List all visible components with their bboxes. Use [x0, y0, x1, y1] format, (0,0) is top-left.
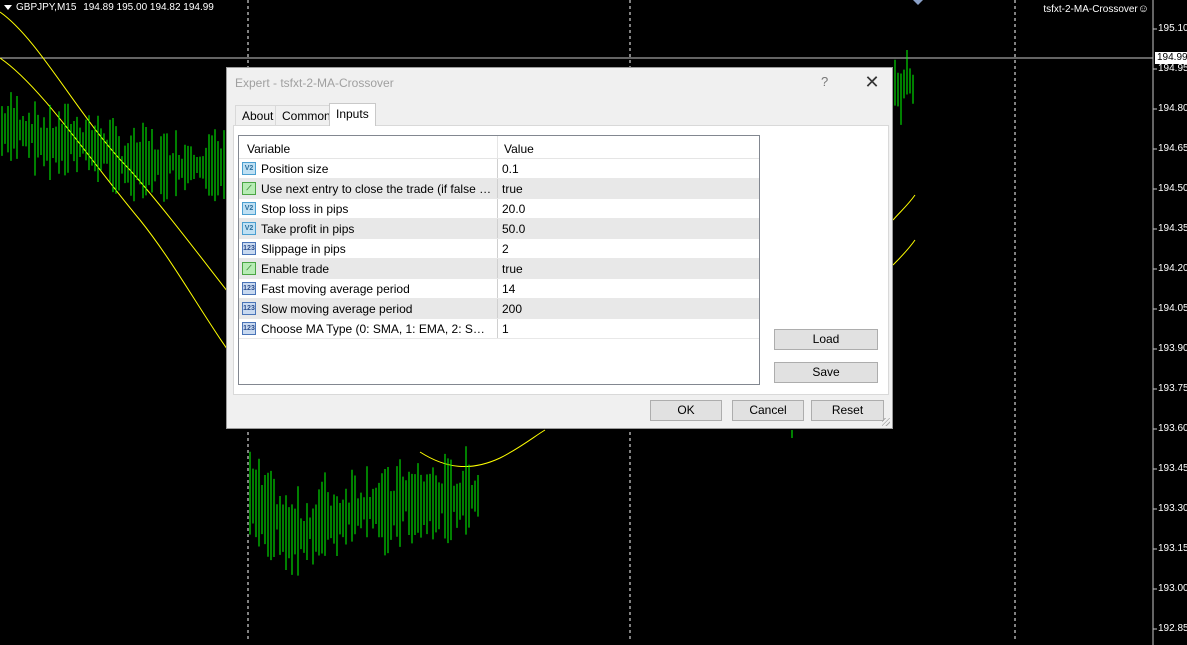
- variable-value[interactable]: true: [502, 182, 523, 196]
- variable-value[interactable]: 0.1: [502, 162, 519, 176]
- expert-properties-dialog: Expert - tsfxt-2-MA-Crossover ? ✕ About …: [226, 67, 893, 429]
- price-axis-label: 194.80: [1158, 103, 1187, 114]
- expert-advisor-name: tsfxt-2-MA-Crossover: [1043, 4, 1138, 15]
- price-axis-label: 193.45: [1158, 463, 1187, 474]
- table-row[interactable]: V2 Take profit in pips 50.0: [239, 219, 759, 239]
- price-axis-label: 194.50: [1158, 183, 1187, 194]
- variable-value[interactable]: 20.0: [502, 202, 525, 216]
- price-axis-label: 193.30: [1158, 503, 1187, 514]
- table-row[interactable]: 123 Fast moving average period 14: [239, 279, 759, 299]
- variable-value[interactable]: true: [502, 262, 523, 276]
- smiley-icon: ☺: [1137, 3, 1149, 15]
- table-row[interactable]: ⟋ Use next entry to close the trade (if f…: [239, 179, 759, 199]
- price-axis-label: 194.95: [1158, 63, 1187, 74]
- price-axis-label: 194.05: [1158, 303, 1187, 314]
- help-button[interactable]: ?: [821, 74, 828, 89]
- price-axis-label: 193.75: [1158, 383, 1187, 394]
- variable-name: Choose MA Type (0: SMA, 1: EMA, 2: SMMA,…: [261, 322, 493, 336]
- price-axis-label: 192.85: [1158, 623, 1187, 634]
- price-axis-label: 193.15: [1158, 543, 1187, 554]
- variable-name: Fast moving average period: [261, 282, 410, 296]
- table-row[interactable]: 123 Slow moving average period 200: [239, 299, 759, 319]
- double-type-icon: V2: [242, 222, 256, 235]
- boolean-type-icon: ⟋: [242, 182, 256, 195]
- price-axis-label: 194.35: [1158, 223, 1187, 234]
- column-divider: [497, 159, 498, 178]
- grid-header: Variable Value: [239, 136, 759, 159]
- variable-column-header[interactable]: Variable: [247, 142, 290, 156]
- expert-advisor-label[interactable]: tsfxt-2-MA-Crossover☺: [1043, 3, 1149, 15]
- chart-symbol: GBPJPY,M15: [16, 2, 77, 13]
- double-type-icon: V2: [242, 202, 256, 215]
- price-axis-label: 194.65: [1158, 143, 1187, 154]
- integer-type-icon: 123: [242, 322, 256, 335]
- variable-name: Enable trade: [261, 262, 330, 276]
- moving-average-line: [419, 429, 546, 468]
- variable-name: Take profit in pips: [261, 222, 355, 236]
- value-column-header[interactable]: Value: [504, 142, 534, 156]
- column-divider: [497, 199, 498, 218]
- variable-name: Use next entry to close the trade (if fa…: [261, 182, 493, 196]
- variable-value[interactable]: 14: [502, 282, 515, 296]
- column-divider: [497, 219, 498, 238]
- current-price-tag: 194.99: [1155, 52, 1187, 64]
- resize-grip-icon[interactable]: [882, 418, 890, 426]
- moving-average-line: [892, 239, 916, 266]
- variable-name: Slippage in pips: [261, 242, 346, 256]
- chart-ohlc: 194.89 195.00 194.82 194.99: [83, 2, 214, 13]
- column-divider: [497, 179, 498, 198]
- table-row[interactable]: 123 Choose MA Type (0: SMA, 1: EMA, 2: SM…: [239, 319, 759, 339]
- price-axis-label: 194.20: [1158, 263, 1187, 274]
- price-axis-label: 193.60: [1158, 423, 1187, 434]
- price-axis-label: 195.10: [1158, 23, 1187, 34]
- variable-value[interactable]: 50.0: [502, 222, 525, 236]
- column-divider[interactable]: [497, 136, 498, 158]
- inputs-grid[interactable]: Variable Value V2 Position size 0.1 ⟋ Use ne…: [238, 135, 760, 385]
- column-divider: [497, 259, 498, 278]
- variable-value[interactable]: 1: [502, 322, 509, 336]
- variable-name: Position size: [261, 162, 329, 176]
- column-divider: [497, 299, 498, 318]
- table-row[interactable]: V2 Stop loss in pips 20.0: [239, 199, 759, 219]
- column-divider: [497, 279, 498, 298]
- cancel-button[interactable]: Cancel: [732, 400, 804, 421]
- table-row[interactable]: ⟋ Enable trade true: [239, 259, 759, 279]
- integer-type-icon: 123: [242, 282, 256, 295]
- chart-menu-triangle-icon[interactable]: [4, 4, 12, 10]
- moving-average-line: [892, 194, 916, 221]
- close-icon[interactable]: ✕: [863, 72, 881, 93]
- price-axis-label: 193.90: [1158, 343, 1187, 354]
- dialog-title: Expert - tsfxt-2-MA-Crossover: [235, 76, 394, 90]
- ok-button[interactable]: OK: [650, 400, 722, 421]
- price-axis-label: 193.00: [1158, 583, 1187, 594]
- tab-about[interactable]: About: [235, 105, 281, 125]
- fast-moving-average-line: [0, 57, 251, 381]
- chart-symbol-header: GBPJPY,M15 194.89 195.00 194.82 194.99: [4, 2, 214, 13]
- variable-name: Stop loss in pips: [261, 202, 349, 216]
- load-button[interactable]: Load: [774, 329, 878, 350]
- reset-button[interactable]: Reset: [811, 400, 884, 421]
- column-divider: [497, 319, 498, 338]
- save-button[interactable]: Save: [774, 362, 878, 383]
- table-row[interactable]: V2 Position size 0.1: [239, 159, 759, 179]
- variable-name: Slow moving average period: [261, 302, 413, 316]
- integer-type-icon: 123: [242, 242, 256, 255]
- variable-value[interactable]: 200: [502, 302, 522, 316]
- double-type-icon: V2: [242, 162, 256, 175]
- boolean-type-icon: ⟋: [242, 262, 256, 275]
- table-row[interactable]: 123 Slippage in pips 2: [239, 239, 759, 259]
- integer-type-icon: 123: [242, 302, 256, 315]
- tab-inputs[interactable]: Inputs: [329, 103, 376, 126]
- variable-value[interactable]: 2: [502, 242, 509, 256]
- column-divider: [497, 239, 498, 258]
- time-shift-marker-icon: [913, 0, 923, 5]
